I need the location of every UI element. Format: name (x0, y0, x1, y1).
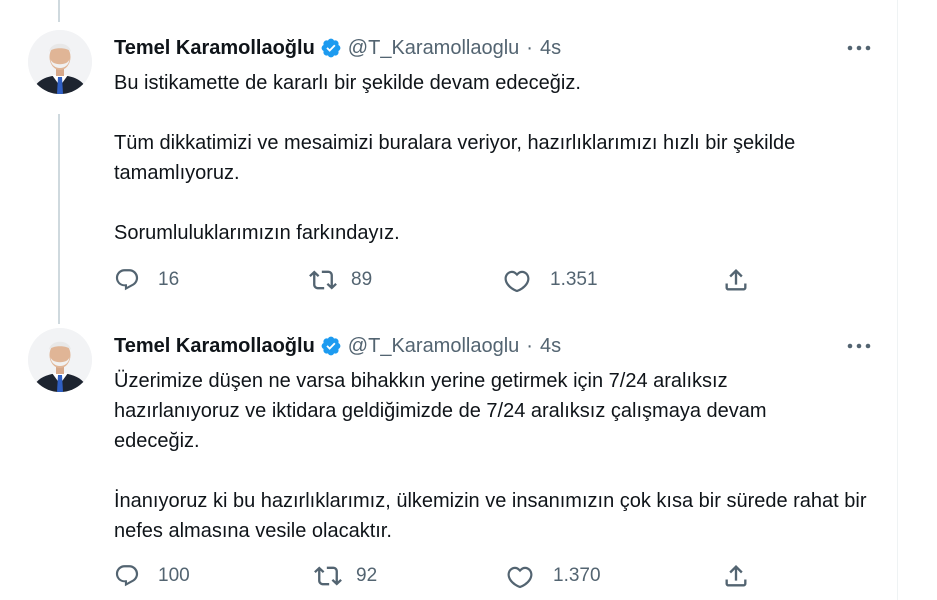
retweet-icon (309, 270, 337, 290)
retweet-icon (314, 566, 342, 586)
column-divider (897, 0, 898, 600)
tweet-paragraph: Sorumluluklarımızın farkındayız. (114, 222, 400, 244)
verified-badge-icon (320, 37, 342, 59)
more-options-button[interactable] (845, 38, 873, 58)
retweet-count: 92 (356, 565, 378, 586)
reply-count: 16 (158, 269, 180, 290)
tweet-text: Bu istikamette de kararlı bir şekilde de… (114, 68, 884, 248)
tweet-paragraph: İnanıyoruz ki bu hazırlıklarımız, ülkemi… (114, 490, 867, 542)
author-name[interactable]: Temel Karamollaoğlu (114, 37, 315, 60)
like-button[interactable]: 1.370 (507, 561, 601, 591)
tweet-paragraph: Üzerimize düşen ne varsa bihakkın yerine… (114, 370, 767, 452)
more-options-button[interactable] (845, 336, 873, 356)
tweet-header: Temel Karamollaoğlu @T_Karamollaoglu · 4… (114, 333, 561, 359)
share-icon (725, 565, 747, 587)
tweet-actions: 16 89 1.351 (114, 265, 754, 295)
retweet-count: 89 (351, 269, 373, 290)
retweet-button[interactable]: 89 (309, 265, 372, 295)
header-separator: · (526, 36, 533, 59)
share-icon (725, 269, 747, 291)
like-count: 1.370 (553, 565, 601, 586)
author-handle[interactable]: @T_Karamollaoglu (348, 37, 520, 60)
header-separator: · (526, 334, 533, 357)
reply-icon (115, 565, 139, 587)
reply-count: 100 (158, 565, 190, 586)
more-dots-icon (847, 343, 871, 349)
tweet-paragraph: Tüm dikkatimizi ve mesaimizi buralara ve… (114, 132, 796, 184)
heart-icon (504, 270, 530, 293)
timeline: Temel Karamollaoğlu @T_Karamollaoglu · 4… (0, 0, 937, 600)
like-button[interactable]: 1.351 (504, 265, 598, 295)
like-count: 1.351 (550, 269, 598, 290)
more-dots-icon (847, 45, 871, 51)
tweet-paragraph: Bu istikamette de kararlı bir şekilde de… (114, 72, 581, 94)
share-button[interactable] (722, 561, 750, 591)
reply-icon (115, 269, 139, 291)
tweet[interactable]: Temel Karamollaoğlu @T_Karamollaoglu · 4… (0, 0, 897, 312)
share-button[interactable] (722, 265, 750, 295)
reply-button[interactable]: 16 (114, 265, 179, 295)
author-name[interactable]: Temel Karamollaoğlu (114, 335, 315, 358)
tweet-header: Temel Karamollaoğlu @T_Karamollaoglu · 4… (114, 35, 561, 61)
author-handle[interactable]: @T_Karamollaoglu (348, 335, 520, 358)
tweet[interactable]: Temel Karamollaoğlu @T_Karamollaoglu · 4… (0, 312, 897, 600)
tweet-time[interactable]: 4s (540, 37, 561, 60)
avatar[interactable] (28, 30, 92, 94)
tweet-time[interactable]: 4s (540, 335, 561, 358)
retweet-button[interactable]: 92 (314, 561, 377, 591)
tweet-actions: 100 92 1.370 (114, 561, 754, 591)
heart-icon (507, 566, 533, 589)
avatar[interactable] (28, 328, 92, 392)
tweet-text: Üzerimize düşen ne varsa bihakkın yerine… (114, 366, 884, 546)
verified-badge-icon (320, 335, 342, 357)
reply-button[interactable]: 100 (114, 561, 190, 591)
